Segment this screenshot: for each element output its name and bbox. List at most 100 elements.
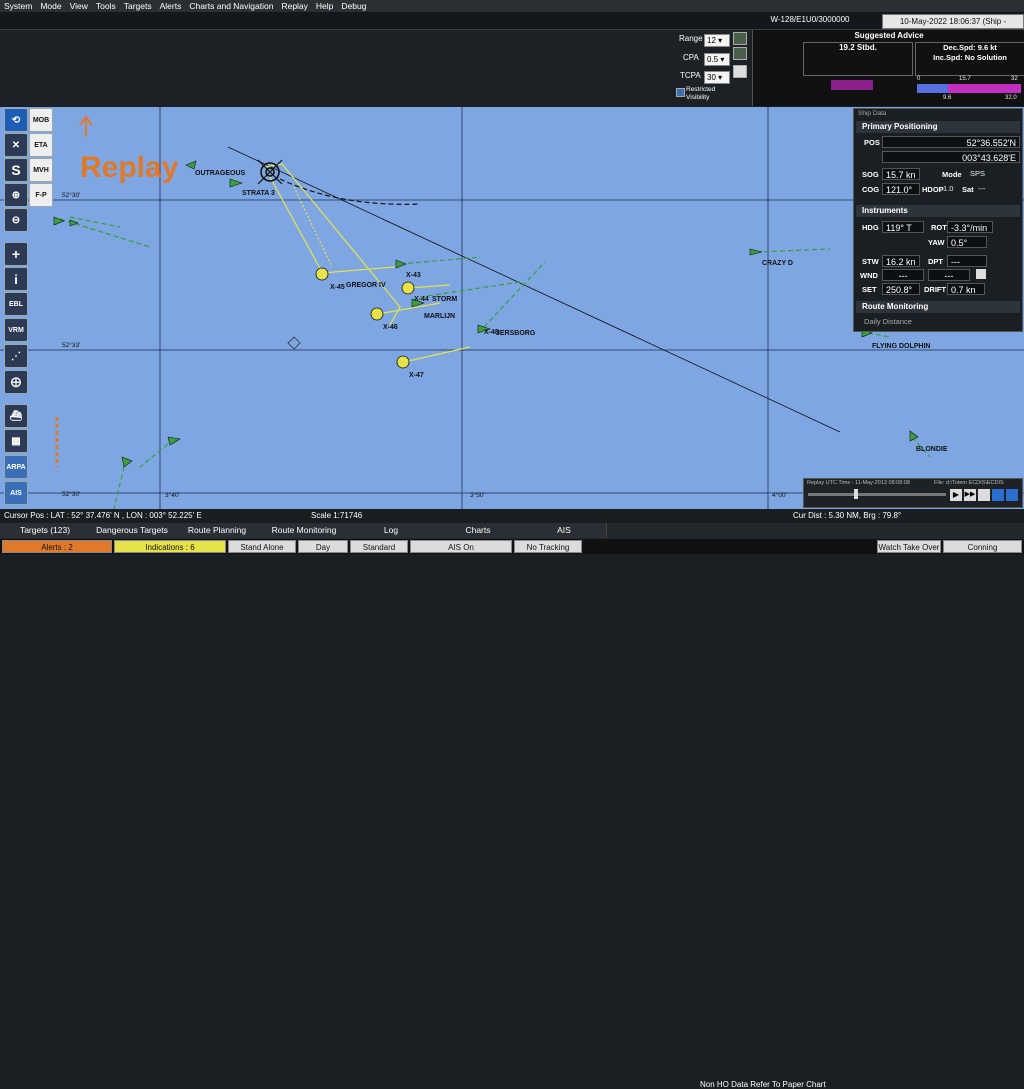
fast-forward-button[interactable]: ▶▶: [964, 489, 976, 501]
undo-button[interactable]: ⟲: [4, 108, 28, 132]
ais-target[interactable]: [53, 216, 65, 226]
hdg-label: HDG: [862, 223, 879, 232]
info-button[interactable]: i: [4, 267, 28, 291]
menu-tools[interactable]: Tools: [92, 0, 120, 12]
chart-button[interactable]: ▦: [4, 429, 28, 453]
lat-label: 52°33': [62, 341, 80, 349]
menu-alerts[interactable]: Alerts: [156, 0, 186, 12]
tab-log[interactable]: Log: [348, 523, 435, 538]
ais-target-crazy-d[interactable]: [749, 248, 763, 256]
pause-button[interactable]: [992, 489, 1004, 501]
conning-button[interactable]: Conning: [943, 540, 1022, 553]
sat-value: ---: [978, 184, 986, 193]
stop-button[interactable]: [978, 489, 990, 501]
arpa-button[interactable]: ARPA: [4, 455, 28, 479]
label-marlijn: MARLIJN: [424, 313, 455, 320]
eye-icon[interactable]: [733, 65, 747, 78]
menu-debug[interactable]: Debug: [337, 0, 370, 12]
scale-max: 32: [1011, 76, 1018, 82]
replay-slider[interactable]: [808, 493, 946, 496]
menu-help[interactable]: Help: [312, 0, 337, 12]
ais-target-outrageous[interactable]: [185, 160, 197, 170]
tab-dangerous-targets[interactable]: Dangerous Targets: [90, 523, 175, 538]
lon-label: 4°00': [772, 491, 787, 499]
indications-button[interactable]: Indications : 6: [114, 540, 226, 553]
vrm-button[interactable]: VRM: [4, 318, 28, 342]
menu-targets[interactable]: Targets: [120, 0, 156, 12]
arpa-target-x46[interactable]: [370, 307, 384, 321]
standard-button[interactable]: Standard: [350, 540, 408, 553]
tab-charts[interactable]: Charts: [434, 523, 523, 538]
watch-take-over-button[interactable]: Watch Take Over: [877, 540, 941, 553]
add-button[interactable]: +: [4, 242, 28, 266]
predicted-track: [279, 178, 421, 205]
ais-vectors: [59, 216, 931, 510]
zoom-in-button[interactable]: ⊕: [4, 183, 28, 207]
cursor-position: Cursor Pos : LAT : 52° 37.476' N , LON :…: [4, 511, 202, 520]
advice-magenta-bar: [831, 80, 873, 90]
ais-target-x43[interactable]: [395, 259, 407, 269]
ais-target[interactable]: [121, 456, 133, 468]
hdg-value: 119° T: [882, 221, 924, 233]
ais-button[interactable]: AIS: [4, 481, 28, 505]
advice-title: Suggested Advice: [854, 31, 924, 40]
route-button[interactable]: ⋰: [4, 344, 28, 368]
cross-button[interactable]: ✕: [4, 133, 28, 157]
waypoint-marker[interactable]: [287, 336, 301, 350]
arpa-target-x47[interactable]: [396, 355, 410, 369]
wnd-label: WND: [860, 271, 878, 280]
stand-alone-button[interactable]: Stand Alone: [228, 540, 296, 553]
down-button[interactable]: [733, 47, 747, 60]
speed-scale: 0 15.7 32 9.6 32.0: [915, 76, 1023, 104]
ais-target[interactable]: [167, 436, 181, 446]
inc-spd: Inc.Spd: No Solution: [933, 53, 1007, 62]
up-button[interactable]: [733, 32, 747, 45]
mob-button[interactable]: MOB: [29, 108, 53, 132]
s-button[interactable]: S: [4, 158, 28, 182]
target-button[interactable]: ⨁: [4, 370, 28, 394]
range-select[interactable]: 12 ▾: [704, 34, 730, 47]
no-tracking-button[interactable]: No Tracking: [514, 540, 582, 553]
map-icon: ▦: [11, 435, 21, 447]
record-button[interactable]: [1006, 489, 1018, 501]
tab-route-planning[interactable]: Route Planning: [174, 523, 261, 538]
eta-button[interactable]: ETA: [29, 133, 53, 157]
own-ship-icon[interactable]: [257, 159, 283, 185]
ais-on-button[interactable]: AIS On: [410, 540, 512, 553]
arpa-target-x44[interactable]: [401, 281, 415, 295]
route-monitoring-header[interactable]: Route Monitoring: [856, 301, 1020, 313]
alerts-button[interactable]: Alerts : 2: [2, 540, 112, 553]
menu-replay[interactable]: Replay: [277, 0, 311, 12]
zoom-out-button[interactable]: ⊖: [4, 208, 28, 232]
ais-target-strata3[interactable]: [229, 178, 243, 188]
tab-ais[interactable]: AIS: [522, 523, 607, 538]
restricted-visibility-checkbox[interactable]: [676, 88, 685, 97]
fp-button[interactable]: F-P: [29, 183, 53, 207]
north-arrow-icon: [79, 115, 93, 137]
suggested-advice-panel: Suggested Advice 19.2 Stbd. Dec.Spd: 9.6…: [752, 30, 1024, 106]
ebl-button[interactable]: EBL: [4, 292, 28, 316]
cpa-select[interactable]: 0.5 ▾: [704, 53, 730, 66]
set-label: SET: [862, 285, 877, 294]
play-button[interactable]: ▶: [950, 489, 962, 501]
tab-route-monitoring[interactable]: Route Monitoring: [260, 523, 349, 538]
lon-label: 3°50': [470, 491, 485, 499]
day-button[interactable]: Day: [298, 540, 348, 553]
scale-mid: 15.7: [959, 76, 971, 82]
menu-charts-navigation[interactable]: Charts and Navigation: [185, 0, 277, 12]
instruments-header[interactable]: Instruments: [856, 205, 1020, 217]
tab-targets[interactable]: Targets (123): [0, 523, 91, 538]
mvh-button[interactable]: MVH: [29, 158, 53, 182]
menu-bar: System Mode View Tools Targets Alerts Charts a…: [0, 0, 1024, 12]
dpt-value: ---: [947, 255, 987, 267]
ship-button[interactable]: ⛴: [4, 404, 28, 428]
arpa-target-x45[interactable]: [315, 267, 329, 281]
primary-positioning-header[interactable]: Primary Positioning: [856, 121, 1020, 133]
ais-target[interactable]: [69, 219, 79, 227]
menu-system[interactable]: System: [0, 0, 36, 12]
wind-settings-button[interactable]: [976, 269, 986, 279]
replay-slider-handle[interactable]: [854, 489, 858, 499]
menu-mode[interactable]: Mode: [36, 0, 65, 12]
tcpa-select[interactable]: 30 ▾: [704, 71, 730, 84]
menu-view[interactable]: View: [66, 0, 92, 12]
